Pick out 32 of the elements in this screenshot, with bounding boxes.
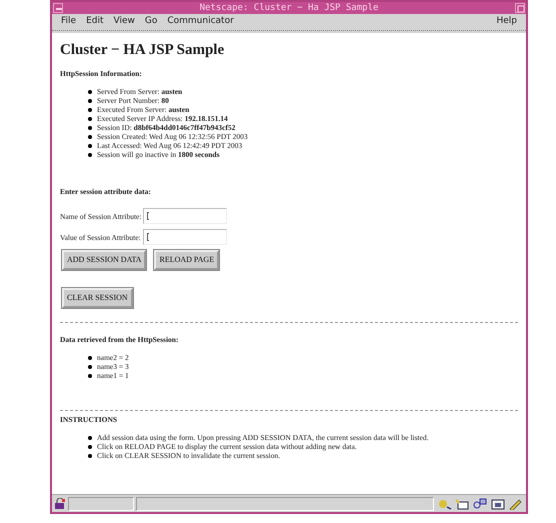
- bullet-icon: [88, 454, 92, 458]
- status-panel: [68, 496, 134, 510]
- maximize-icon[interactable]: [515, 3, 525, 13]
- input-field[interactable]: [143, 208, 228, 224]
- bullet-icon: [88, 152, 92, 156]
- bullet-icon: [88, 126, 92, 130]
- bullet-icon: [88, 98, 92, 102]
- menu-item[interactable]: Help: [491, 15, 522, 29]
- input-field[interactable]: [142, 229, 227, 245]
- clear-session-button[interactable]: CLEAR SESSION: [62, 288, 133, 308]
- menu-item[interactable]: View: [108, 15, 140, 29]
- bullet-icon: [88, 374, 92, 378]
- pen-icon[interactable]: [508, 498, 524, 510]
- bullet-icon: [88, 364, 92, 368]
- bullet-icon: [88, 436, 92, 440]
- window-menu-icon[interactable]: [53, 3, 63, 13]
- menu-item[interactable]: Communicator: [162, 15, 239, 29]
- bullet-icon: [88, 356, 92, 360]
- menu-item[interactable]: File: [56, 15, 82, 29]
- bullet-icon: [88, 144, 92, 148]
- bullet-icon: [88, 444, 92, 448]
- page-heading: Cluster − HA JSP Sample: [60, 41, 226, 59]
- form-button[interactable]: RELOAD PAGE: [154, 250, 220, 270]
- menu-item[interactable]: Edit: [81, 15, 108, 29]
- form-button[interactable]: ADD SESSION DATA: [62, 250, 146, 270]
- bullet-icon: [88, 108, 92, 112]
- bullet-icon: [88, 90, 92, 94]
- bullet-icon: [88, 116, 92, 120]
- window-title: Netscape: Cluster − Ha JSP Sample: [198, 2, 380, 14]
- security-lock-icon[interactable]: [54, 498, 66, 510]
- menu-item[interactable]: Go: [140, 15, 162, 29]
- bullet-icon: [88, 134, 92, 138]
